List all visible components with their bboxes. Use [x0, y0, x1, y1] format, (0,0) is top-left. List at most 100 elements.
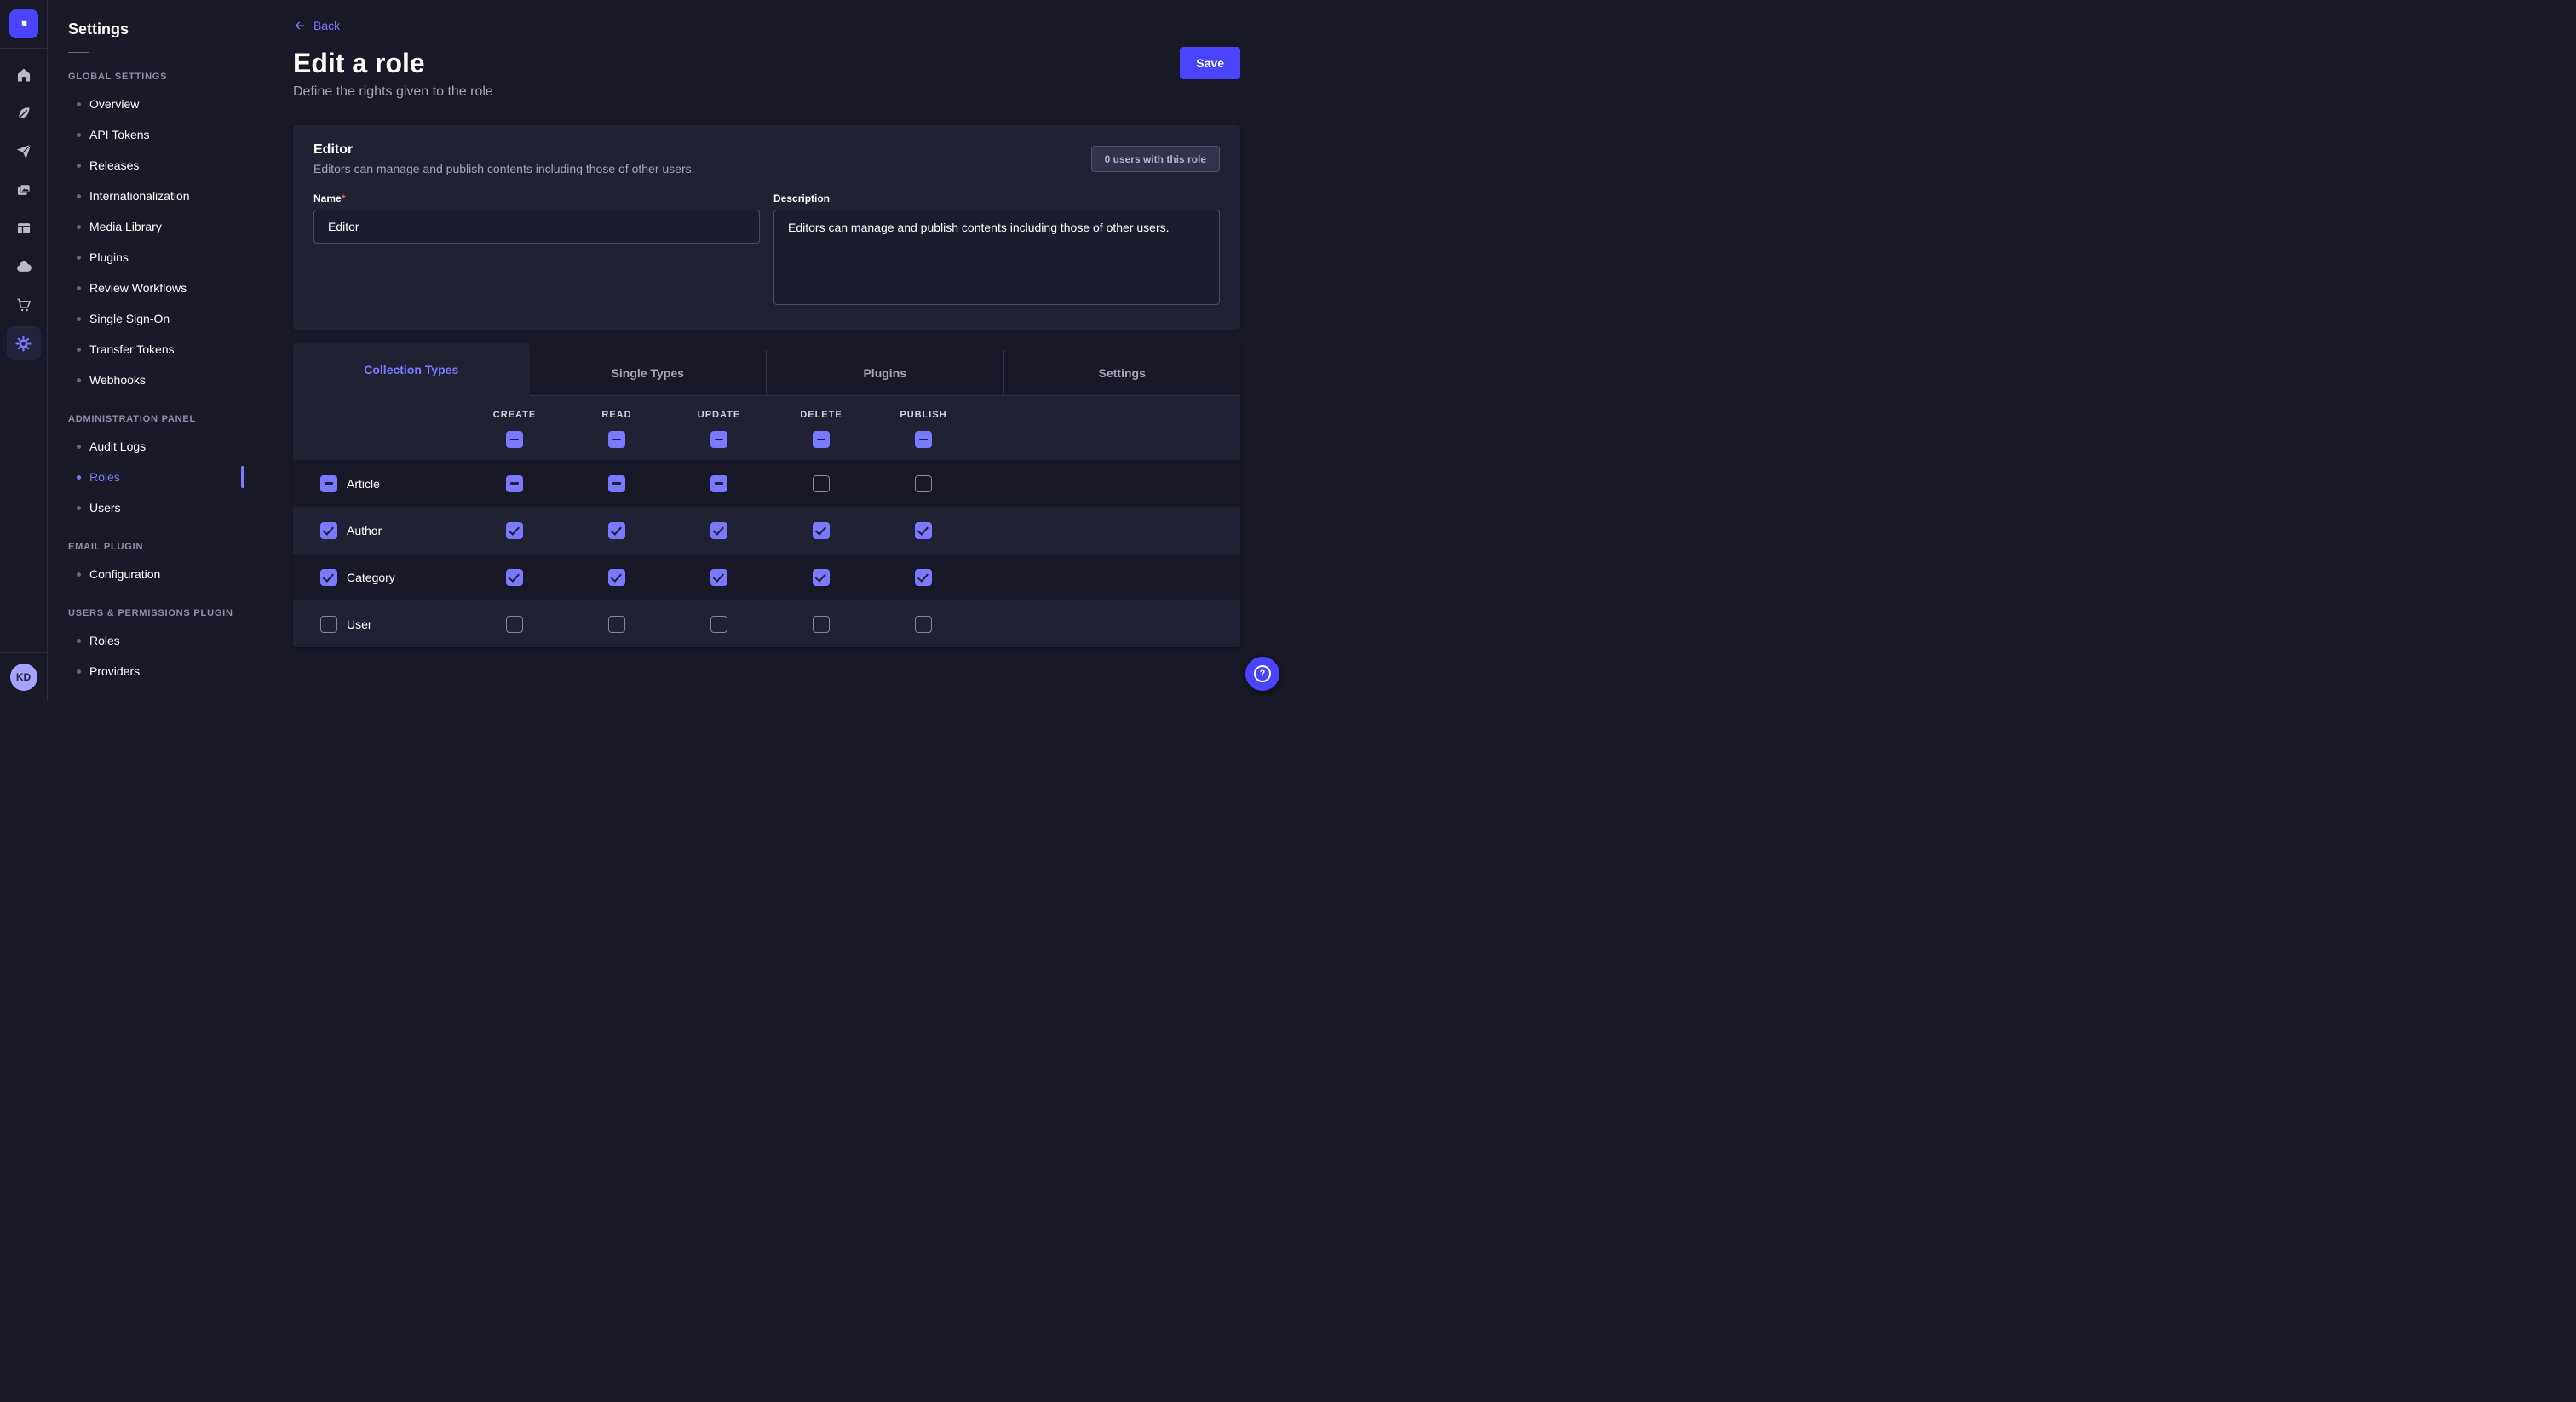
sidebar-item-users[interactable]: Users: [48, 492, 244, 523]
sidebar-sections: GLOBAL SETTINGS Overview API Tokens Release…: [48, 72, 244, 687]
role-name-heading: Editor: [313, 142, 695, 158]
sidebar-item-transfer-tokens[interactable]: Transfer Tokens: [48, 334, 244, 365]
category-read-checkbox[interactable]: [608, 569, 625, 586]
row-category-checkbox[interactable]: [320, 569, 337, 586]
permissions-tabs: Collection TypesSingle TypesPluginsSetti…: [293, 343, 1240, 396]
select-all-read-checkbox[interactable]: [608, 431, 625, 448]
select-all-publish-checkbox[interactable]: [915, 431, 932, 448]
content-manager-icon[interactable]: [7, 211, 41, 245]
permission-cell: [566, 569, 668, 586]
tab-collection-types[interactable]: Collection Types: [293, 343, 530, 396]
description-textarea[interactable]: Editors can manage and publish contents …: [773, 210, 1220, 305]
tab-plugins[interactable]: Plugins: [766, 350, 1003, 396]
permission-cell: [872, 616, 975, 633]
permission-cell: [463, 475, 566, 492]
author-publish-checkbox[interactable]: [915, 522, 932, 539]
permission-cell: [463, 616, 566, 633]
name-input[interactable]: [313, 210, 760, 244]
row-author-checkbox[interactable]: [320, 522, 337, 539]
sidebar-item-releases[interactable]: Releases: [48, 150, 244, 181]
permission-row-user: User: [293, 600, 1240, 647]
author-delete-checkbox[interactable]: [813, 522, 830, 539]
permission-row-article: Article: [293, 460, 1240, 507]
sidebar-item-overview[interactable]: Overview: [48, 89, 244, 119]
workspace-logo-section: [0, 0, 47, 49]
help-button[interactable]: ?: [1245, 657, 1279, 691]
marketplace-icon[interactable]: [7, 288, 41, 322]
row-user-checkbox[interactable]: [320, 616, 337, 633]
sidebar-item-label: Roles: [89, 470, 120, 484]
author-read-checkbox[interactable]: [608, 522, 625, 539]
sidebar-item-label: API Tokens: [89, 128, 150, 141]
users-count-badge[interactable]: 0 users with this role: [1091, 146, 1220, 172]
bullet-icon: [77, 506, 81, 510]
sidebar-item-media-library[interactable]: Media Library: [48, 211, 244, 242]
category-publish-checkbox[interactable]: [915, 569, 932, 586]
permission-cell: [668, 522, 770, 539]
sidebar-item-label: Single Sign-On: [89, 312, 170, 325]
select-all-update-checkbox[interactable]: [710, 431, 727, 448]
role-fields: Name* Description Editors can manage and…: [313, 192, 1220, 309]
user-delete-checkbox[interactable]: [813, 616, 830, 633]
sidebar-item-single-sign-on[interactable]: Single Sign-On: [48, 303, 244, 334]
page-subtitle: Define the rights given to the role: [293, 84, 1240, 100]
select-all-delete-checkbox[interactable]: [813, 431, 830, 448]
category-delete-checkbox[interactable]: [813, 569, 830, 586]
home-icon[interactable]: [7, 58, 41, 92]
author-create-checkbox[interactable]: [506, 522, 523, 539]
article-create-checkbox[interactable]: [506, 475, 523, 492]
save-button[interactable]: Save: [1180, 47, 1240, 79]
user-update-checkbox[interactable]: [710, 616, 727, 633]
sidebar-item-review-workflows[interactable]: Review Workflows: [48, 273, 244, 303]
category-create-checkbox[interactable]: [506, 569, 523, 586]
select-all-create-checkbox[interactable]: [506, 431, 523, 448]
sidebar-section-email-plugin: EMAIL PLUGINConfiguration: [48, 542, 244, 589]
sidebar-title-divider: [68, 52, 89, 53]
media-library-icon[interactable]: [7, 173, 41, 207]
user-avatar[interactable]: KD: [10, 664, 37, 691]
permission-cell: [872, 522, 975, 539]
permission-cell: [668, 616, 770, 633]
permission-cell: [668, 475, 770, 492]
sidebar-section-label: GLOBAL SETTINGS: [68, 72, 244, 82]
bullet-icon: [77, 639, 81, 643]
back-link[interactable]: Back: [293, 19, 340, 32]
row-name-cell: Author: [320, 522, 463, 539]
sidebar-item-roles[interactable]: Roles: [48, 625, 244, 656]
sidebar-item-configuration[interactable]: Configuration: [48, 559, 244, 589]
sidebar-item-label: Plugins: [89, 250, 129, 264]
strapi-logo-icon[interactable]: [9, 9, 38, 38]
sidebar-item-label: Users: [89, 501, 121, 514]
back-arrow-icon: [293, 19, 307, 32]
name-field-label: Name*: [313, 192, 760, 204]
article-delete-checkbox[interactable]: [813, 475, 830, 492]
row-article-checkbox[interactable]: [320, 475, 337, 492]
sidebar-item-internationalization[interactable]: Internationalization: [48, 181, 244, 211]
sidebar-item-roles[interactable]: Roles: [48, 462, 244, 492]
tab-settings[interactable]: Settings: [1003, 350, 1241, 396]
sidebar-item-plugins[interactable]: Plugins: [48, 242, 244, 273]
sidebar-item-label: Transfer Tokens: [89, 342, 175, 356]
user-create-checkbox[interactable]: [506, 616, 523, 633]
article-update-checkbox[interactable]: [710, 475, 727, 492]
bullet-icon: [77, 378, 81, 382]
category-update-checkbox[interactable]: [710, 569, 727, 586]
role-summary: Editors can manage and publish contents …: [313, 162, 695, 175]
sidebar-item-providers[interactable]: Providers: [48, 656, 244, 687]
user-read-checkbox[interactable]: [608, 616, 625, 633]
author-update-checkbox[interactable]: [710, 522, 727, 539]
sidebar-item-api-tokens[interactable]: API Tokens: [48, 119, 244, 150]
tab-single-types[interactable]: Single Types: [530, 350, 767, 396]
releases-icon[interactable]: [7, 135, 41, 169]
deploy-icon[interactable]: [7, 250, 41, 284]
article-read-checkbox[interactable]: [608, 475, 625, 492]
settings-icon[interactable]: [7, 326, 41, 360]
row-label: Author: [347, 524, 382, 537]
sidebar-item-audit-logs[interactable]: Audit Logs: [48, 431, 244, 462]
settings-sidebar: Settings GLOBAL SETTINGSOverviewAPI Toke…: [48, 0, 244, 701]
article-publish-checkbox[interactable]: [915, 475, 932, 492]
permissions-rows: ArticleAuthorCategoryUser: [293, 460, 1240, 647]
sidebar-item-webhooks[interactable]: Webhooks: [48, 365, 244, 395]
user-publish-checkbox[interactable]: [915, 616, 932, 633]
content-type-builder-icon[interactable]: [7, 96, 41, 130]
